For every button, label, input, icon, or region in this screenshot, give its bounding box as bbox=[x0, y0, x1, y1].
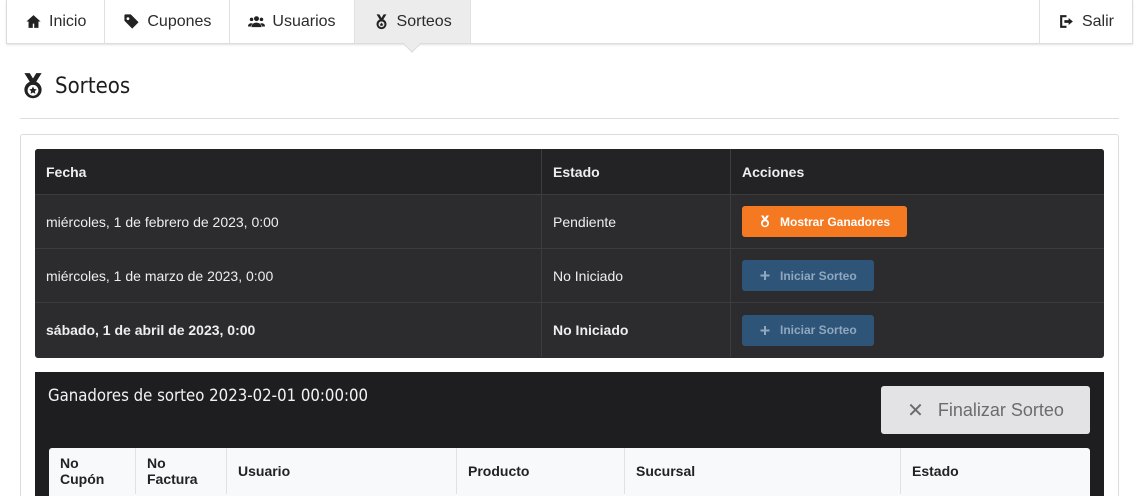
column-header-sucursal: Sucursal bbox=[625, 448, 901, 494]
start-draw-button[interactable]: Iniciar Sorteo bbox=[742, 260, 874, 291]
column-header-no-factura: No Factura bbox=[136, 448, 227, 494]
nav-item-label: Sorteos bbox=[396, 12, 452, 30]
top-navbar: Inicio Cupones Usuarios Sorteos Salir bbox=[6, 0, 1133, 44]
column-header-producto: Producto bbox=[457, 448, 625, 494]
header-divider bbox=[20, 118, 1119, 119]
cell-fecha: miércoles, 1 de marzo de 2023, 0:00 bbox=[35, 249, 542, 302]
nav-item-label: Usuarios bbox=[272, 12, 336, 30]
page-header: Sorteos bbox=[20, 72, 139, 100]
draws-table: Fecha Estado Acciones miércoles, 1 de fe… bbox=[35, 149, 1104, 358]
nav-item-label: Cupones bbox=[147, 12, 212, 30]
cell-acciones: Mostrar Ganadores bbox=[731, 195, 1104, 248]
close-icon: ✕ bbox=[907, 399, 924, 422]
column-header-acciones: Acciones bbox=[742, 163, 805, 180]
cell-acciones: Iniciar Sorteo bbox=[731, 249, 1104, 302]
column-header-usuario: Usuario bbox=[227, 448, 457, 494]
nav-item-label: Inicio bbox=[49, 12, 87, 30]
start-draw-label: Iniciar Sorteo bbox=[780, 323, 857, 337]
start-draw-label: Iniciar Sorteo bbox=[780, 268, 857, 283]
nav-item-sorteos[interactable]: Sorteos bbox=[354, 0, 471, 43]
logout-button[interactable]: Salir bbox=[1038, 0, 1132, 43]
plus-icon bbox=[760, 271, 770, 280]
table-header-row: Fecha Estado Acciones bbox=[35, 149, 1104, 195]
winners-panel: Ganadores de sorteo 2023-02-01 00:00:00 … bbox=[35, 372, 1104, 496]
table-row: sábado, 1 de abril de 2023, 0:00 No Inic… bbox=[35, 303, 1104, 357]
winners-title: Ganadores de sorteo 2023-02-01 00:00:00 bbox=[48, 386, 369, 406]
column-header-no-cupon: No Cupón bbox=[49, 448, 136, 494]
table-row: miércoles, 1 de febrero de 2023, 0:00 Pe… bbox=[35, 195, 1104, 249]
medal-icon bbox=[761, 215, 769, 228]
logout-label: Salir bbox=[1081, 12, 1114, 30]
cell-fecha: miércoles, 1 de febrero de 2023, 0:00 bbox=[35, 195, 542, 248]
table-row: miércoles, 1 de marzo de 2023, 0:00 No I… bbox=[35, 249, 1104, 303]
winners-table: No Cupón No Factura Usuario Producto Suc… bbox=[49, 448, 1090, 496]
column-header-fecha: Fecha bbox=[35, 149, 542, 194]
plus-icon bbox=[760, 325, 770, 335]
medal-icon bbox=[24, 73, 42, 99]
finalize-draw-button[interactable]: ✕ Finalizar Sorteo bbox=[881, 386, 1090, 434]
column-header-estado: Estado bbox=[912, 463, 959, 479]
cell-fecha: sábado, 1 de abril de 2023, 0:00 bbox=[35, 303, 542, 357]
nav-item-cupones[interactable]: Cupones bbox=[105, 0, 231, 43]
cell-acciones: Iniciar Sorteo bbox=[731, 303, 1104, 357]
page-title: Sorteos bbox=[55, 73, 131, 99]
users-icon bbox=[248, 16, 266, 28]
show-winners-label: Mostrar Ganadores bbox=[780, 214, 891, 229]
cell-estado: No Iniciado bbox=[542, 303, 731, 357]
start-draw-button[interactable]: Iniciar Sorteo bbox=[742, 314, 874, 346]
medal-icon bbox=[376, 14, 387, 30]
cell-estado: Pendiente bbox=[542, 195, 731, 248]
tag-icon bbox=[124, 14, 139, 29]
cell-estado: No Iniciado bbox=[542, 249, 731, 302]
sign-out-icon bbox=[1060, 15, 1073, 28]
nav-item-inicio[interactable]: Inicio bbox=[7, 0, 106, 43]
home-icon bbox=[26, 15, 41, 28]
show-winners-button[interactable]: Mostrar Ganadores bbox=[742, 206, 908, 237]
finalize-draw-label: Finalizar Sorteo bbox=[937, 399, 1064, 420]
column-header-estado: Estado bbox=[542, 149, 731, 194]
nav-item-usuarios[interactable]: Usuarios bbox=[230, 0, 355, 43]
